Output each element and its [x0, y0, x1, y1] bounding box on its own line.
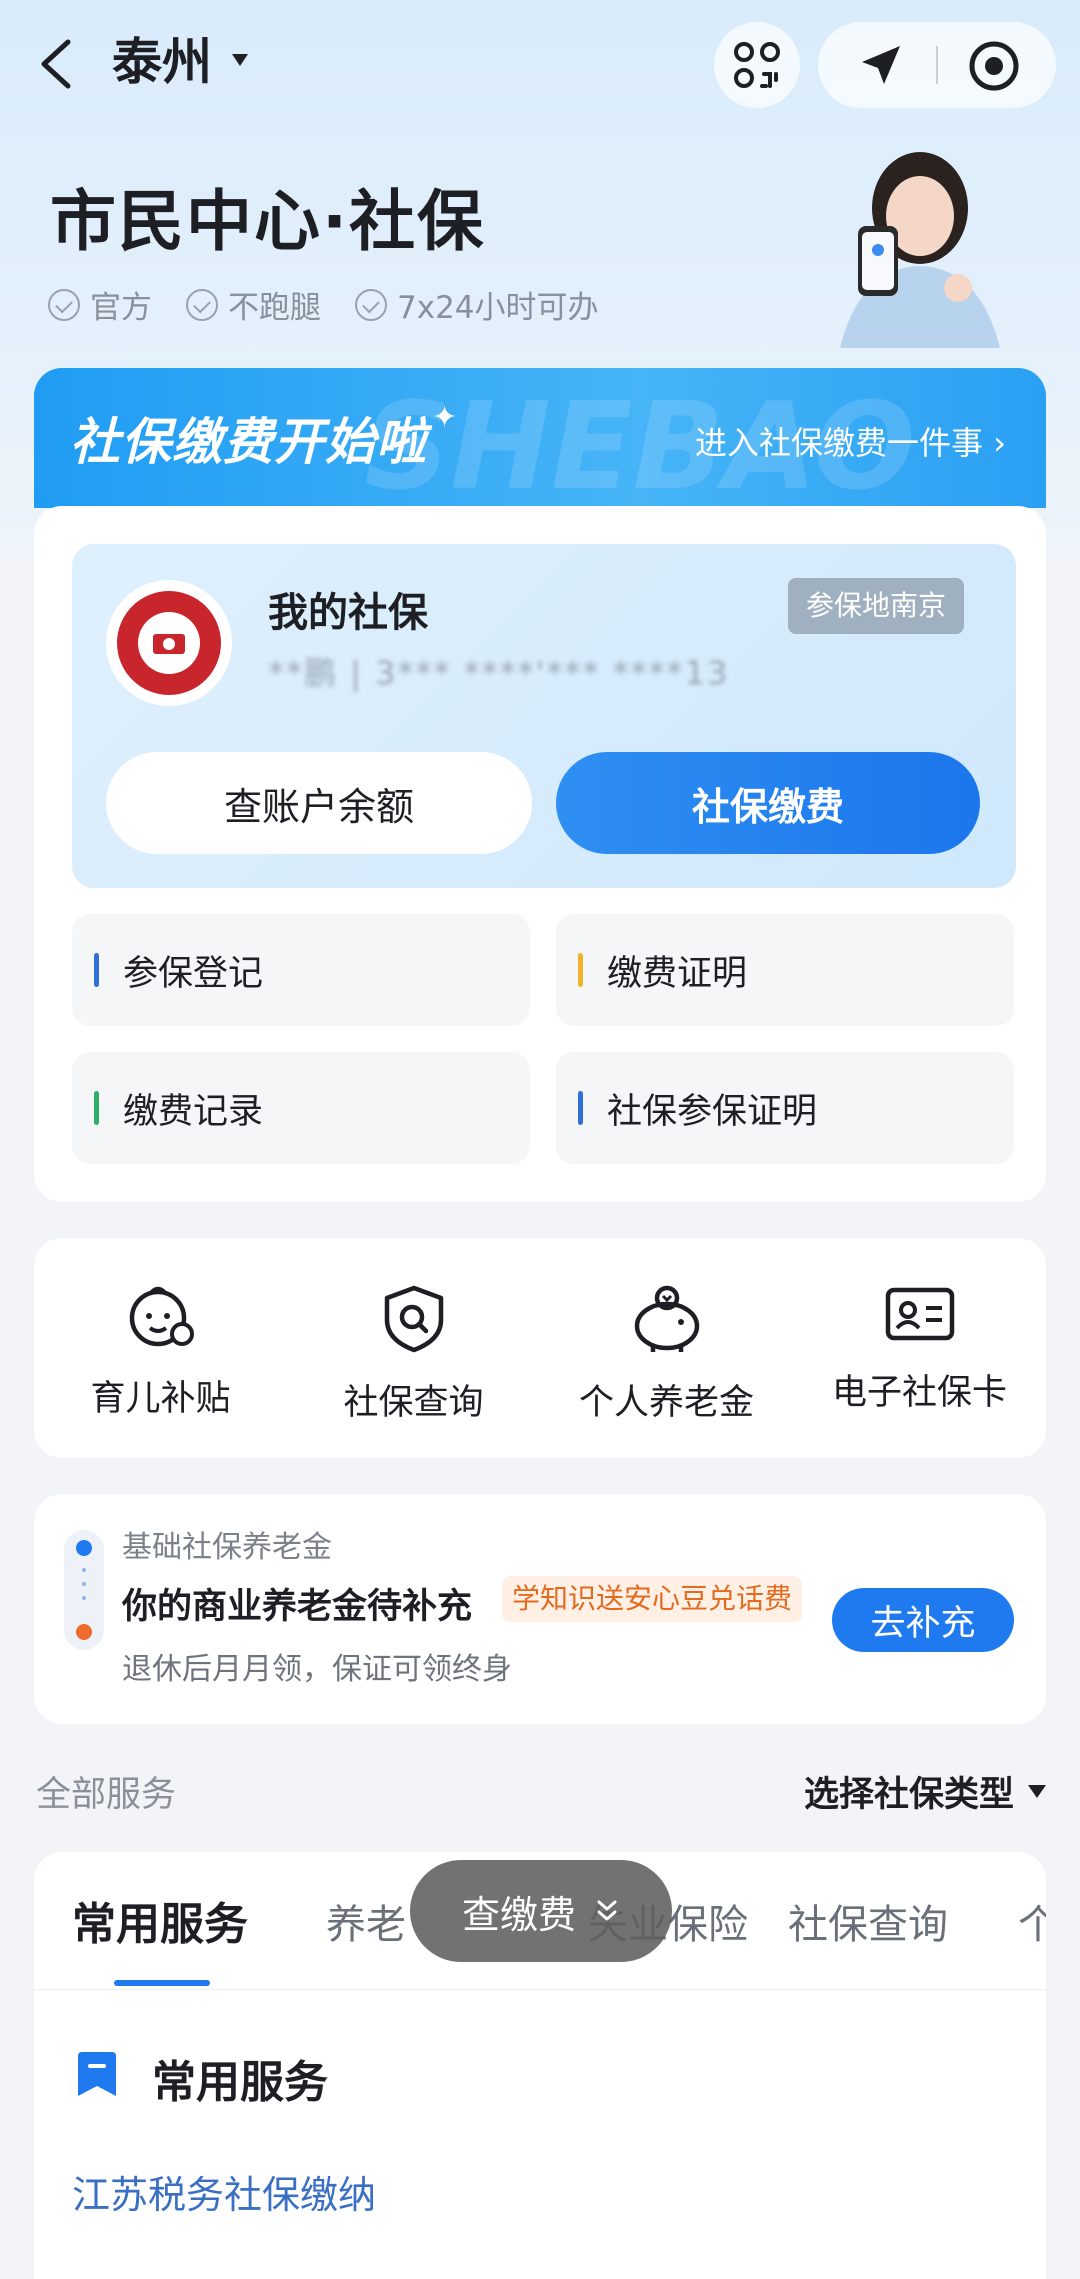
section-title: 常用服务 — [152, 2057, 328, 2108]
banner-link[interactable]: 进入社保缴费一件事 › — [695, 418, 1006, 464]
tab-social-query[interactable]: 社保查询 — [788, 1892, 948, 1950]
supplement-button[interactable]: 去补充 — [832, 1588, 1014, 1652]
service-personal-pension[interactable]: 个人养老金 — [540, 1238, 793, 1458]
tab-pension[interactable]: 养老 — [326, 1892, 406, 1950]
city-selector[interactable]: 泰州 — [112, 30, 212, 94]
social-security-logo-icon — [106, 580, 232, 706]
id-card-icon — [885, 1287, 954, 1341]
back-arrow-icon[interactable] — [34, 36, 78, 92]
pension-reward-tag: 学知识送安心豆兑话费 — [502, 1576, 803, 1622]
city-caret-icon[interactable] — [232, 54, 248, 66]
feature-tags: 官方 不跑腿 7x24小时可办 — [48, 282, 599, 327]
service-childcare-subsidy[interactable]: 育儿补贴 — [34, 1238, 287, 1458]
page-title: 市民中心·社保 — [50, 183, 486, 260]
close-target-icon[interactable] — [968, 40, 1020, 92]
bookmark-icon — [78, 2052, 116, 2096]
check-payment-floating-button[interactable]: 查缴费 — [410, 1860, 672, 1962]
tab-common-services[interactable]: 常用服务 — [72, 1888, 248, 1952]
pension-description: 退休后月月领，保证可领终身 — [122, 1652, 512, 1687]
banner-title: 社保缴费开始啦 — [70, 413, 427, 471]
all-services-label: 全部服务 — [36, 1775, 177, 1815]
quick-link-insurance-certificate[interactable]: 社保参保证明 — [556, 1052, 1014, 1164]
check-circle-icon — [48, 288, 80, 321]
service-e-social-card[interactable]: 电子社保卡 — [793, 1238, 1046, 1458]
select-insurance-type-dropdown[interactable]: 选择社保类型 — [804, 1766, 1046, 1817]
pension-title: 你的商业养老金待补充 — [122, 1587, 473, 1627]
pension-promo-card[interactable]: 基础社保养老金 你的商业养老金待补充 学知识送安心豆兑话费 退休后月月领，保证可… — [34, 1494, 1046, 1724]
tag-official: 官方 — [48, 282, 152, 327]
sparkle-icon: ✦ — [432, 400, 458, 435]
service-agent-illustration — [840, 152, 1000, 348]
check-circle-icon — [186, 288, 218, 321]
accent-bar — [94, 1091, 99, 1125]
insured-location-badge: 参保地南京 — [788, 578, 965, 634]
accent-bar — [578, 1091, 583, 1125]
service-link-jiangsu-tax[interactable]: 江苏税务社保缴纳 — [72, 2164, 376, 2219]
service-icons-row: 育儿补贴 社保查询 个人养老金 电子社保卡 — [34, 1238, 1046, 1458]
tab-more[interactable]: 个 — [1018, 1892, 1046, 1950]
check-balance-button[interactable]: 查账户余额 — [106, 752, 532, 854]
quick-link-payment-records[interactable]: 缴费记录 — [72, 1052, 530, 1164]
mini-program-capsule — [818, 22, 1056, 108]
active-tab-indicator — [114, 1980, 210, 1986]
check-circle-icon — [355, 288, 387, 321]
accent-bar — [578, 953, 583, 987]
masked-card-number: **鹏 | 3*** ****'*** ****13 — [268, 654, 730, 692]
shield-search-icon — [384, 1285, 443, 1353]
scan-button[interactable] — [714, 22, 800, 108]
piggy-bank-icon — [634, 1285, 699, 1352]
capsule-divider — [936, 46, 938, 84]
pension-subtitle: 基础社保养老金 — [122, 1530, 332, 1565]
tag-no-travel: 不跑腿 — [186, 282, 321, 327]
caret-down-icon — [1028, 1785, 1046, 1798]
timeline-dots-icon — [64, 1530, 104, 1650]
tag-24-7: 7x24小时可办 — [355, 282, 599, 327]
service-social-query[interactable]: 社保查询 — [287, 1238, 540, 1458]
location-arrow-icon[interactable] — [858, 44, 904, 88]
quick-link-payment-certificate[interactable]: 缴费证明 — [556, 914, 1014, 1026]
scan-icon — [734, 42, 780, 88]
double-chevron-down-icon — [597, 1900, 617, 1921]
pay-social-security-button[interactable]: 社保缴费 — [556, 752, 980, 854]
quick-link-registration[interactable]: 参保登记 — [72, 914, 530, 1026]
accent-bar — [94, 953, 99, 987]
promo-banner[interactable]: SHEBAO 社保缴费开始啦 ✦ 进入社保缴费一件事 › — [34, 368, 1046, 508]
my-social-security-title: 我的社保 — [268, 590, 428, 636]
baby-icon — [129, 1286, 194, 1347]
